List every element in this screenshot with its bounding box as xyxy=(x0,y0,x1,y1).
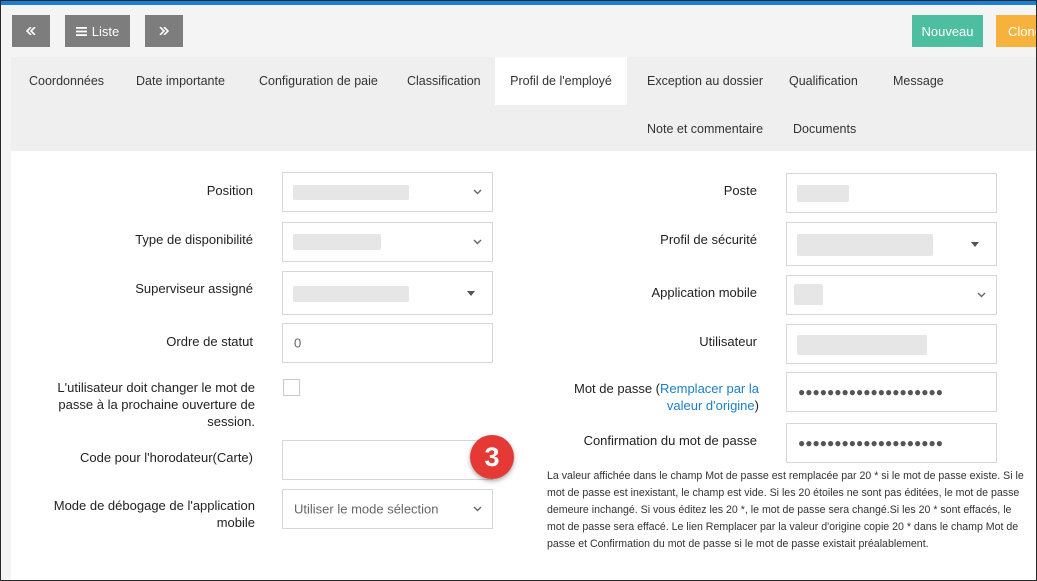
mobile-app-label: Application mobile xyxy=(651,285,757,300)
punch-code-input[interactable] xyxy=(282,440,493,480)
security-profile-label: Profil de sécurité xyxy=(660,232,757,247)
redacted-value xyxy=(794,284,823,305)
status-order-input[interactable]: 0 xyxy=(282,323,493,363)
position-label: Position xyxy=(206,183,253,198)
new-button[interactable]: Nouveau xyxy=(912,15,983,47)
hamburger-icon xyxy=(75,26,87,36)
app-window: Liste Nouveau Clone Coordonnées Date imp… xyxy=(0,0,1037,581)
tab-profil-employe[interactable]: Profil de l'employé xyxy=(495,57,627,105)
list-button-label: Liste xyxy=(91,23,120,39)
status-order-label: Ordre de statut xyxy=(166,334,253,349)
availability-type-select[interactable] xyxy=(282,222,493,262)
top-accent-line xyxy=(1,1,1036,5)
assigned-supervisor-label: Superviseur assigné xyxy=(135,281,253,296)
password-label-prefix: Mot de passe ( xyxy=(574,381,660,396)
password-label-suffix: ) xyxy=(754,398,759,413)
redacted-value xyxy=(293,286,409,302)
password-input[interactable]: ●●●●●●●●●●●●●●●●●●●● xyxy=(786,372,997,412)
tab-classification[interactable]: Classification xyxy=(407,74,481,88)
double-chevron-right-icon xyxy=(159,27,169,35)
next-record-button[interactable] xyxy=(145,15,183,47)
double-chevron-left-icon xyxy=(26,27,36,35)
restore-original-value-link[interactable]: Remplacer par la valeur d'origine xyxy=(660,381,759,413)
debug-mode-value: Utiliser le mode sélection xyxy=(294,501,439,517)
tab-date-importante[interactable]: Date importante xyxy=(136,74,225,88)
tab-exception-au-dossier[interactable]: Exception au dossier xyxy=(647,74,763,88)
debug-mode-label: Mode de débogage de l'application mobile xyxy=(53,498,255,530)
redacted-value xyxy=(797,335,927,355)
tab-message[interactable]: Message xyxy=(893,74,944,88)
tab-documents[interactable]: Documents xyxy=(793,122,856,136)
password-label: Mot de passe (Remplacer par la valeur d'… xyxy=(561,380,759,414)
confirm-password-input[interactable]: ●●●●●●●●●●●●●●●●●●●● xyxy=(786,423,997,463)
redacted-value xyxy=(293,185,409,200)
caret-down-icon xyxy=(971,242,979,247)
debug-mode-select[interactable]: Utiliser le mode sélection xyxy=(282,489,493,529)
password-help-text: La valeur affichée dans le champ Mot de … xyxy=(547,470,1024,550)
poste-input[interactable] xyxy=(786,173,997,213)
user-label: Utilisateur xyxy=(699,334,757,349)
tab-qualification[interactable]: Qualification xyxy=(789,74,858,88)
redacted-value xyxy=(797,185,849,202)
availability-type-label: Type de disponibilité xyxy=(135,232,253,247)
confirm-password-label: Confirmation du mot de passe xyxy=(583,433,757,448)
chevron-down-icon xyxy=(473,506,482,512)
redacted-value xyxy=(293,234,381,250)
chevron-down-icon xyxy=(473,239,482,245)
new-button-label: Nouveau xyxy=(921,23,974,39)
position-select[interactable] xyxy=(282,172,493,212)
clone-button[interactable]: Clone xyxy=(996,15,1036,47)
must-change-password-checkbox[interactable] xyxy=(283,379,300,396)
chevron-down-icon xyxy=(977,292,986,298)
tab-configuration-de-paie[interactable]: Configuration de paie xyxy=(259,74,378,88)
tab-bar: Coordonnées Date importante Configuratio… xyxy=(11,57,1036,151)
confirm-password-value: ●●●●●●●●●●●●●●●●●●●● xyxy=(798,436,943,450)
must-change-password-label: L'utilisateur doit changer le mot de pas… xyxy=(57,380,255,429)
list-button[interactable]: Liste xyxy=(65,15,130,47)
security-profile-select[interactable] xyxy=(786,222,997,266)
user-input[interactable] xyxy=(786,324,997,364)
clone-button-label: Clone xyxy=(1008,23,1036,39)
assigned-supervisor-select[interactable] xyxy=(282,271,493,315)
step-number-badge: 3 xyxy=(470,435,514,479)
redacted-value xyxy=(797,234,933,256)
mobile-app-select[interactable] xyxy=(786,275,997,315)
status-order-value: 0 xyxy=(294,335,302,351)
tab-coordonnees[interactable]: Coordonnées xyxy=(29,74,104,88)
caret-down-icon xyxy=(467,291,475,296)
chevron-down-icon xyxy=(473,189,482,195)
tab-note-et-commentaire[interactable]: Note et commentaire xyxy=(647,122,763,136)
poste-label: Poste xyxy=(723,183,757,198)
previous-record-button[interactable] xyxy=(12,15,50,47)
punch-code-label: Code pour l'horodateur(Carte) xyxy=(79,450,253,465)
password-value: ●●●●●●●●●●●●●●●●●●●● xyxy=(798,385,943,399)
